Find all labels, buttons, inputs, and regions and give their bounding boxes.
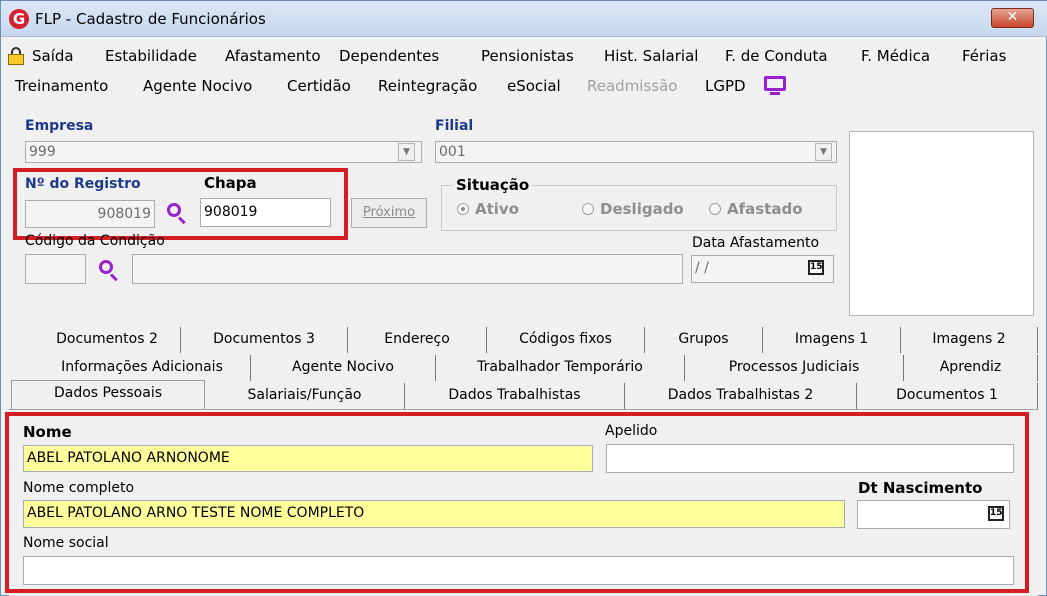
tab-imagens-2[interactable]: Imagens 2: [901, 327, 1038, 353]
empresa-select: 999: [25, 141, 422, 163]
menu-reintegracao[interactable]: Reintegração: [378, 77, 477, 95]
menu-dependentes[interactable]: Dependentes: [339, 47, 439, 65]
title-bar: G FLP - Cadastro de Funcionários ✕: [1, 1, 1047, 37]
menu-hist-salarial[interactable]: Hist. Salarial: [604, 47, 698, 65]
tab-dados-trabalhistas[interactable]: Dados Trabalhistas: [405, 383, 625, 409]
proximo-button: Próximo: [351, 198, 427, 228]
highlight-dados-pessoais: [5, 412, 1029, 593]
calendar-icon: 15: [808, 260, 824, 275]
menu-ferias[interactable]: Férias: [962, 47, 1006, 65]
menu-certidao[interactable]: Certidão: [287, 77, 351, 95]
situacao-label: Situação: [453, 176, 533, 194]
radio-dot: [457, 203, 469, 215]
search-icon[interactable]: [97, 258, 119, 282]
radio-dot: [709, 203, 721, 215]
monitor-icon[interactable]: [764, 76, 786, 96]
radio-afastado-label: Afastado: [727, 200, 803, 218]
tab-dados-pessoais[interactable]: Dados Pessoais: [11, 380, 205, 410]
filial-label: Filial: [435, 118, 474, 134]
menu-pensionistas[interactable]: Pensionistas: [481, 47, 574, 65]
codigo-condicao-label: Código da Condição: [25, 233, 165, 249]
menu-estabilidade[interactable]: Estabilidade: [105, 47, 197, 65]
tab-aprendiz[interactable]: Aprendiz: [904, 355, 1038, 381]
radio-desligado: Desligado: [582, 200, 684, 218]
radio-ativo-label: Ativo: [475, 200, 520, 218]
main-window: G FLP - Cadastro de Funcionários ✕ Saída…: [0, 0, 1047, 596]
filial-select: 001: [435, 141, 837, 163]
radio-afastado: Afastado: [709, 200, 803, 218]
tab-documentos-3[interactable]: Documentos 3: [181, 327, 348, 353]
menu-readmissao: Readmissão: [587, 77, 678, 95]
menu-treinamento[interactable]: Treinamento: [15, 77, 108, 95]
menu-agente-nocivo[interactable]: Agente Nocivo: [143, 77, 252, 95]
data-afastamento-label: Data Afastamento: [692, 235, 820, 251]
tab-dados-trabalhistas-2[interactable]: Dados Trabalhistas 2: [625, 383, 857, 409]
window-title: FLP - Cadastro de Funcionários: [35, 10, 266, 28]
empresa-label: Empresa: [25, 118, 94, 134]
photo-box: [849, 131, 1034, 316]
tab-documentos-1[interactable]: Documentos 1: [857, 383, 1038, 409]
tab-endereco[interactable]: Endereço: [348, 327, 487, 353]
tab-processos-judiciais[interactable]: Processos Judiciais: [685, 355, 904, 381]
tab-grupos[interactable]: Grupos: [645, 327, 763, 353]
menu-afastamento[interactable]: Afastamento: [225, 47, 321, 65]
chevron-down-icon: ▼: [398, 143, 415, 161]
menu-f-de-conduta[interactable]: F. de Conduta: [725, 47, 828, 65]
lock-icon: [8, 47, 24, 65]
chevron-down-icon: ▼: [815, 143, 832, 161]
tab-imagens-1[interactable]: Imagens 1: [763, 327, 901, 353]
codigo-condicao-descricao: [132, 254, 683, 284]
tab-agente-nocivo[interactable]: Agente Nocivo: [251, 355, 436, 381]
close-button[interactable]: ✕: [991, 8, 1034, 28]
radio-dot: [582, 203, 594, 215]
menu-esocial[interactable]: eSocial: [507, 77, 561, 95]
menu-f-medica[interactable]: F. Médica: [861, 47, 930, 65]
radio-ativo: Ativo: [457, 200, 519, 218]
proximo-label: Próximo: [362, 205, 416, 220]
menu-saida[interactable]: Saída: [32, 47, 74, 65]
radio-desligado-label: Desligado: [600, 200, 684, 218]
highlight-registro-chapa: [13, 168, 348, 240]
tab-codigos-fixos[interactable]: Códigos fixos: [487, 327, 645, 353]
tab-trabalhador-temporario[interactable]: Trabalhador Temporário: [436, 355, 685, 381]
app-logo-icon: G: [9, 9, 29, 29]
tab-salariais-funcao[interactable]: Salariais/Função: [205, 383, 405, 409]
tab-informacoes-adicionais[interactable]: Informações Adicionais: [34, 355, 251, 381]
menu-lgpd[interactable]: LGPD: [705, 77, 746, 95]
codigo-condicao-input: [25, 254, 86, 284]
tab-documentos-2[interactable]: Documentos 2: [34, 327, 181, 353]
